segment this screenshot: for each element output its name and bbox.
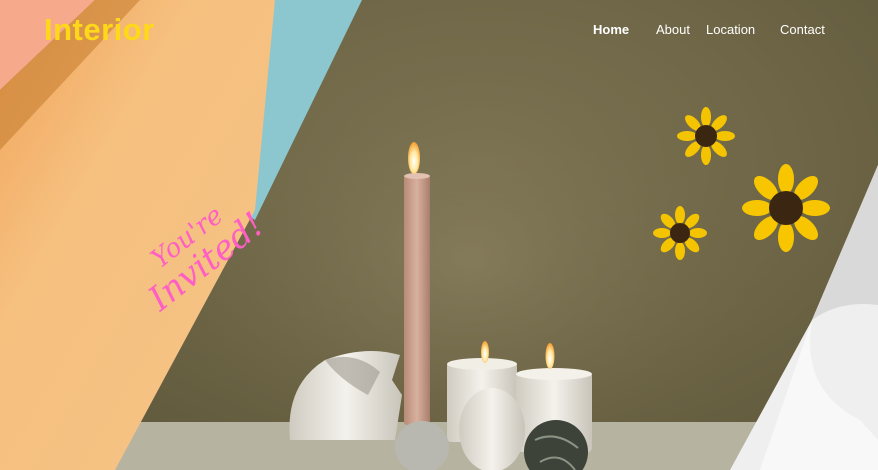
nav-contact[interactable]: Contact [780, 22, 825, 37]
main-nav: Home About Location Contact [0, 22, 878, 42]
nav-location[interactable]: Location [706, 22, 755, 37]
tall-candle-flame [408, 142, 420, 174]
hero-section: Interior Home About Location Contact You… [0, 0, 878, 470]
short-candle-left-top [447, 358, 517, 370]
nav-home[interactable]: Home [593, 22, 629, 37]
paper-curl-shadow [812, 165, 878, 320]
hero-artwork [0, 0, 878, 470]
tall-candle-top [404, 173, 430, 179]
nav-about[interactable]: About [656, 22, 690, 37]
short-candle-left-flame [481, 341, 489, 363]
tall-candle [404, 175, 430, 425]
short-candle-right-top [516, 368, 592, 380]
white-egg [459, 388, 525, 470]
short-candle-right-flame [545, 343, 555, 369]
